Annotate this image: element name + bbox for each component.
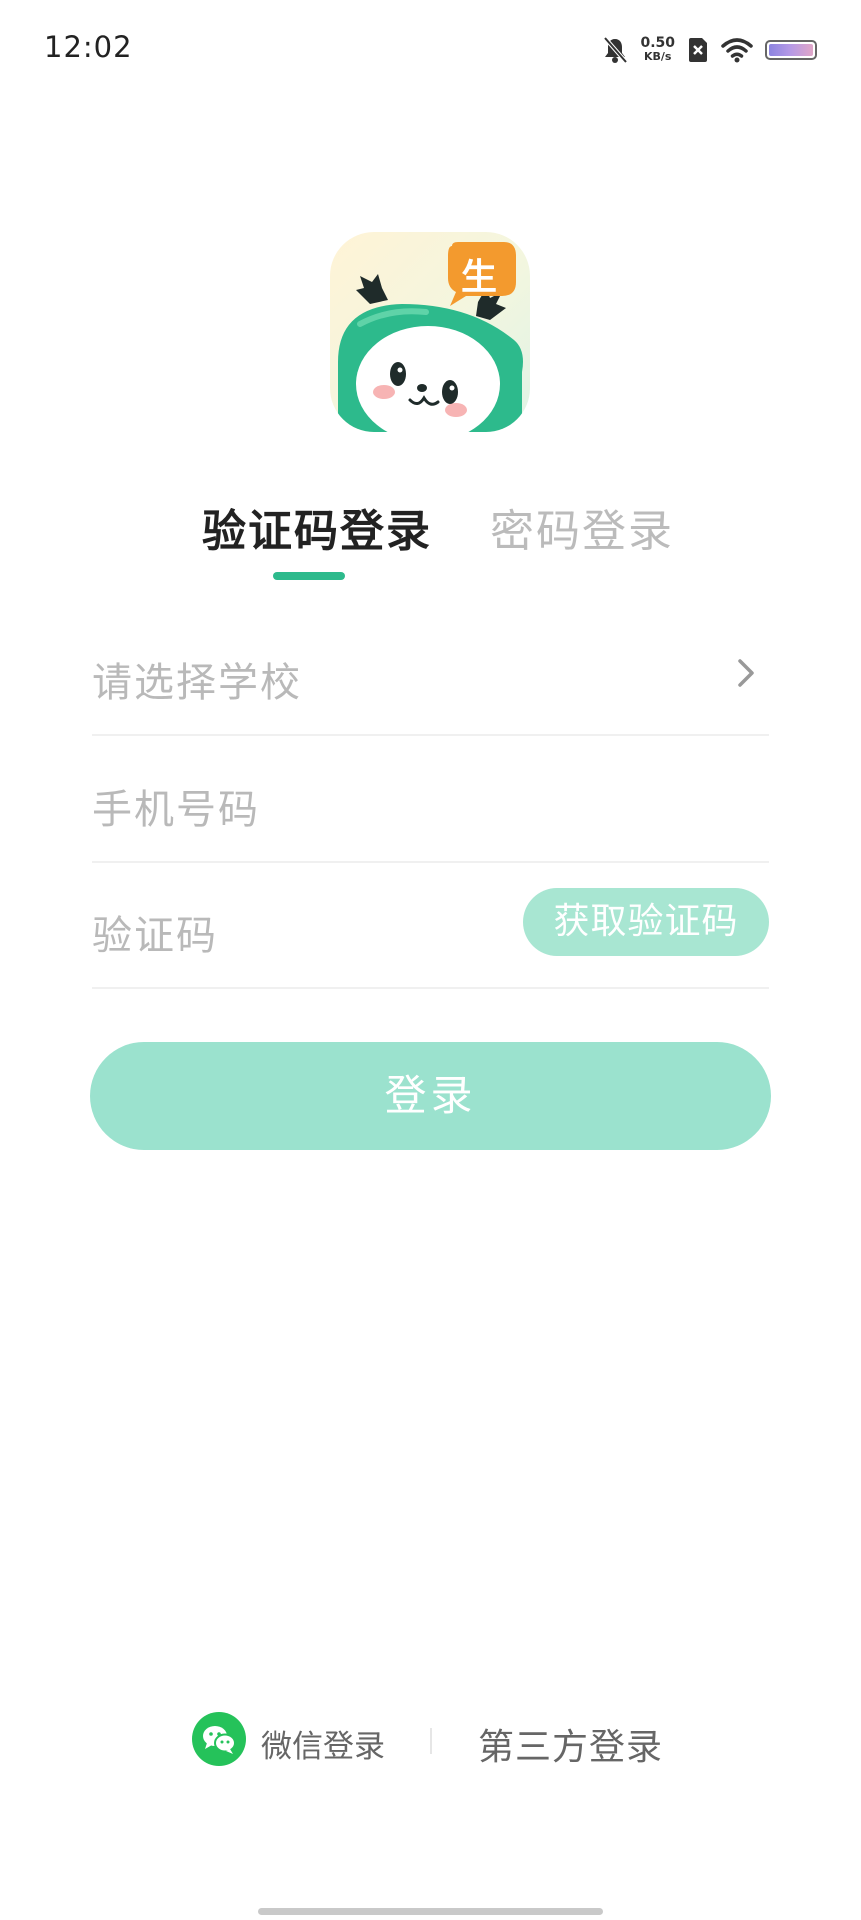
divider [430,1728,432,1754]
app-logo: 生 [330,232,530,432]
tab-sms-code-login[interactable]: 验证码登录 [202,495,432,559]
wechat-icon[interactable] [192,1712,246,1766]
logo-badge-text: 生 [460,257,497,298]
verification-code-placeholder: 验证码 [92,913,218,959]
phone-number-input[interactable]: 手机号码 [92,737,769,863]
third-party-login-link[interactable]: 第三方登录 [478,1718,663,1770]
school-select-placeholder: 请选择学校 [92,660,302,706]
wifi-icon [721,38,753,63]
status-time: 12:02 [44,30,133,64]
school-select[interactable]: 请选择学校 [92,610,769,736]
login-tabs: 验证码登录 密码登录 [0,495,861,585]
active-tab-indicator [273,572,345,580]
status-icons: 0.50 KB/s [602,30,817,70]
home-indicator[interactable] [258,1908,603,1915]
alternative-login: 微信登录 第三方登录 [0,1710,861,1770]
phone-number-placeholder: 手机号码 [92,787,260,833]
battery-icon [765,40,817,60]
network-speed-value: 0.50 [640,35,675,51]
tab-password-login[interactable]: 密码登录 [490,495,674,559]
verification-code-input[interactable]: 验证码 获取验证码 [92,863,769,989]
bell-muted-icon [603,36,628,64]
chevron-right-icon [738,659,754,687]
network-speed: 0.50 KB/s [640,36,675,64]
no-sim-icon [689,38,707,62]
wechat-login-link[interactable]: 微信登录 [261,1721,385,1766]
logo-badge: 生 [444,242,520,306]
login-button[interactable]: 登录 [90,1042,771,1150]
battery-level [769,44,813,56]
network-speed-unit: KB/s [643,50,672,63]
get-verification-code-button[interactable]: 获取验证码 [523,888,769,956]
status-bar: 12:02 0.50 KB/s [0,0,861,100]
